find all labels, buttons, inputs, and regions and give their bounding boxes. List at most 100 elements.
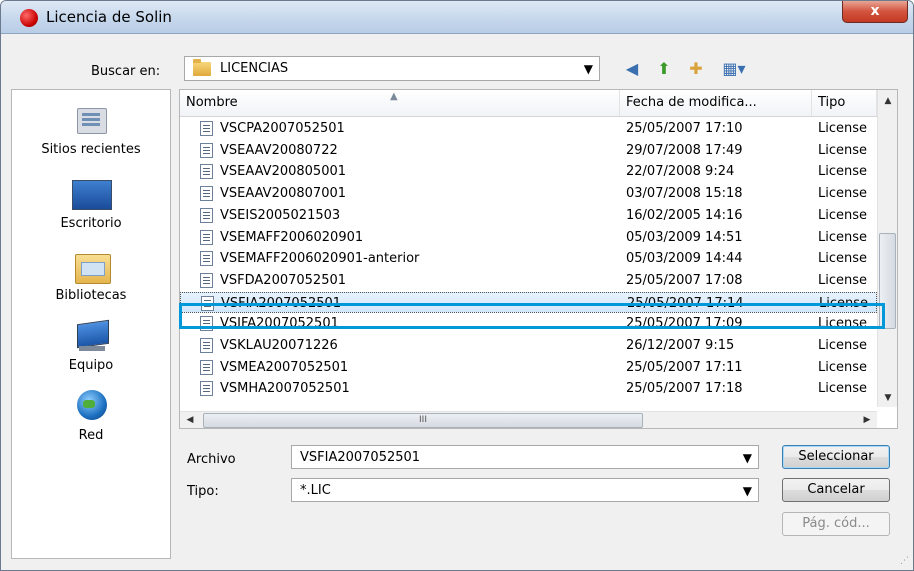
- scroll-left-icon[interactable]: ◀: [180, 412, 200, 428]
- file-type: License: [818, 359, 868, 375]
- file-date: 22/07/2008 9:24: [626, 164, 735, 180]
- file-name: VSMEA2007052501: [220, 359, 349, 375]
- vertical-scroll-thumb[interactable]: [879, 233, 896, 329]
- file-type: License: [818, 381, 868, 397]
- file-name: VSCPA2007052501: [220, 121, 345, 136]
- horizontal-scroll-thumb[interactable]: III: [203, 413, 643, 428]
- file-date: 03/07/2008 15:18: [626, 186, 743, 202]
- file-type: License: [818, 272, 868, 288]
- table-row[interactable]: VSMHA2007052501 25/05/2007 17:18 License: [180, 378, 877, 399]
- file-name-cell: VSEMAFF2006020901-anterior: [184, 248, 614, 269]
- scroll-down-icon[interactable]: ▼: [878, 390, 897, 407]
- file-list[interactable]: Nombre ▲ Fecha de modifica... Tipo VSCPA…: [179, 89, 898, 429]
- filename-input[interactable]: VSFIA2007052501: [300, 450, 420, 465]
- table-row[interactable]: VSIFA2007052501 25/05/2007 17:09 License: [180, 313, 877, 334]
- sort-ascending-icon: ▲: [390, 91, 398, 102]
- table-row[interactable]: VSEAAV200805001 22/07/2008 9:24 License: [180, 161, 877, 182]
- file-name-cell: VSMHA2007052501: [184, 378, 614, 399]
- resize-grip-icon[interactable]: ⋰: [900, 556, 909, 566]
- file-name: VSEIS2005021503: [220, 207, 341, 223]
- cancel-button[interactable]: Cancelar: [782, 478, 890, 502]
- close-button[interactable]: x: [842, 1, 908, 23]
- document-icon: [200, 338, 213, 353]
- codepage-button[interactable]: Pág. cód...: [782, 512, 890, 536]
- up-folder-icon[interactable]: ⬆: [653, 58, 675, 80]
- computer-icon: [69, 318, 113, 356]
- look-in-label-text: Buscar en:: [91, 64, 161, 79]
- file-type: License: [818, 164, 868, 180]
- document-icon: [200, 121, 213, 136]
- folder-icon: [193, 59, 211, 76]
- file-name: VSEAAV200807001: [220, 186, 347, 202]
- filetype-dropdown[interactable]: *.LIC ▼: [291, 478, 759, 502]
- back-icon[interactable]: ◀: [621, 58, 643, 80]
- place-label: Equipo: [68, 358, 114, 373]
- table-row[interactable]: VSEMAFF2006020901-anterior 05/03/2009 14:…: [180, 248, 877, 269]
- views-menu-icon[interactable]: ▦▾: [717, 58, 751, 80]
- document-icon: [201, 295, 214, 311]
- filename-label: Archivo: [187, 452, 236, 467]
- table-row[interactable]: VSMEA2007052501 25/05/2007 17:11 License: [180, 357, 877, 378]
- new-folder-icon[interactable]: ✚: [685, 58, 707, 80]
- column-type-header[interactable]: Tipo: [812, 90, 877, 116]
- column-date-label: Fecha de modifica...: [626, 95, 757, 110]
- table-row-selected[interactable]: VSFIA2007052501 25/05/2007 17:14 License: [180, 291, 877, 313]
- app-icon: [20, 9, 38, 27]
- file-type: License: [819, 295, 869, 311]
- column-name-header[interactable]: Nombre ▲: [180, 90, 620, 116]
- file-name-cell: VSKLAU20071226: [184, 335, 614, 356]
- filename-combobox[interactable]: VSFIA2007052501 ▼: [291, 445, 759, 469]
- file-type: License: [818, 207, 868, 223]
- table-row[interactable]: VSFDA2007052501 25/05/2007 17:08 License: [180, 270, 877, 291]
- filename-dropdown-arrow-icon[interactable]: ▼: [743, 451, 752, 465]
- place-recent[interactable]: Sitios recientes: [12, 102, 170, 157]
- table-row[interactable]: VSEAAV20080722 29/07/2008 17:49 License: [180, 140, 877, 161]
- place-label: Bibliotecas: [55, 288, 127, 303]
- document-icon: [200, 359, 213, 375]
- scroll-right-icon[interactable]: ▶: [857, 412, 877, 428]
- document-icon: [200, 207, 213, 223]
- place-network[interactable]: Red: [12, 388, 170, 443]
- file-name: VSIFA2007052501: [220, 316, 339, 332]
- place-label: Sitios recientes: [41, 142, 141, 157]
- look-in-value: LICENCIAS: [220, 61, 289, 76]
- table-row[interactable]: VSEIS2005021503 16/02/2005 14:16 License: [180, 205, 877, 226]
- table-row[interactable]: VSCPA2007052501 25/05/2007 17:10 License: [180, 118, 877, 139]
- document-icon: [200, 316, 213, 332]
- column-name-label: Nombre: [186, 95, 238, 110]
- place-label: Escritorio: [60, 216, 122, 231]
- vertical-scrollbar[interactable]: ▲ ▼: [877, 90, 897, 407]
- scroll-up-icon[interactable]: ▲: [878, 93, 897, 110]
- table-row[interactable]: VSKLAU20071226 26/12/2007 9:15 License: [180, 335, 877, 356]
- place-libraries[interactable]: Bibliotecas: [12, 248, 170, 303]
- recent-places-icon: [69, 102, 113, 140]
- places-bar: Sitios recientes Escritorio Bibliotecas …: [11, 89, 171, 559]
- file-date: 25/05/2007 17:18: [626, 381, 743, 397]
- select-button[interactable]: Seleccionar: [782, 445, 890, 469]
- place-desktop[interactable]: Escritorio: [12, 176, 170, 231]
- table-row[interactable]: VSEMAFF2006020901 05/03/2009 14:51 License: [180, 227, 877, 248]
- dropdown-arrow-icon[interactable]: ▼: [584, 62, 593, 76]
- file-name-cell: VSEAAV200807001: [184, 183, 614, 204]
- place-label: Red: [78, 428, 104, 443]
- table-row[interactable]: VSEAAV200807001 03/07/2008 15:18 License: [180, 183, 877, 204]
- filetype-label: Tipo:: [187, 484, 219, 499]
- horizontal-scrollbar[interactable]: ◀ III ▶: [180, 411, 877, 428]
- desktop-icon: [69, 176, 113, 214]
- file-name-cell: VSEAAV200805001: [184, 161, 614, 182]
- file-type: License: [818, 142, 868, 158]
- document-icon: [200, 251, 213, 267]
- filetype-dropdown-arrow-icon[interactable]: ▼: [743, 484, 752, 498]
- title-bar[interactable]: Licencia de Solin x: [1, 1, 913, 34]
- look-in-label: Buscar en:: [91, 64, 160, 79]
- dialog-window: Licencia de Solin x Buscar en: LICENCIAS…: [0, 0, 914, 571]
- file-name: VSEMAFF2006020901-anterior: [220, 251, 420, 267]
- place-computer[interactable]: Equipo: [12, 318, 170, 373]
- document-icon: [200, 186, 213, 202]
- look-in-dropdown[interactable]: LICENCIAS ▼: [184, 56, 600, 81]
- file-date: 05/03/2009 14:44: [626, 251, 743, 267]
- file-date: 25/05/2007 17:11: [626, 359, 743, 375]
- column-date-header[interactable]: Fecha de modifica...: [620, 90, 812, 116]
- document-icon: [200, 142, 213, 158]
- file-type: License: [818, 186, 868, 202]
